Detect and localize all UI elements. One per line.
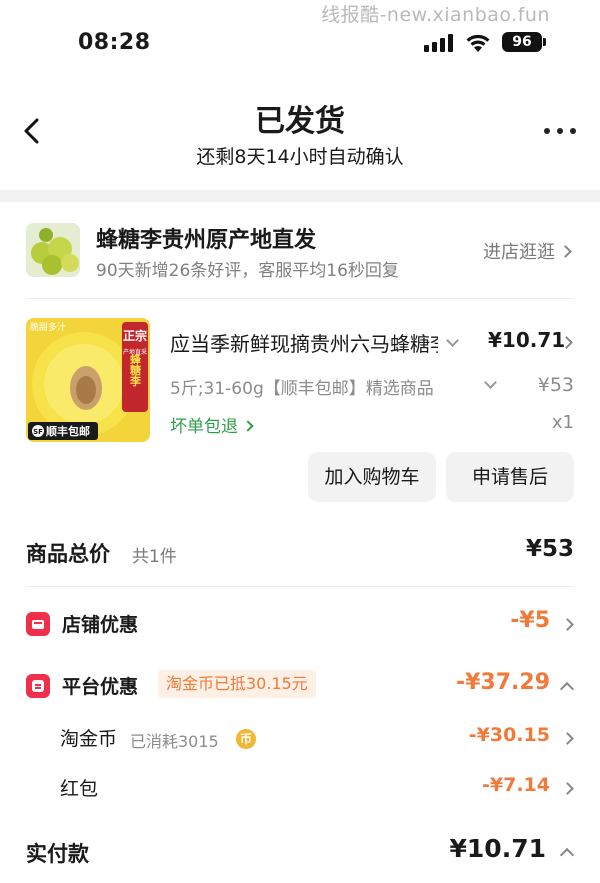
guarantee-link[interactable]: 坏单包退 <box>170 412 254 437</box>
image-sf-mark: SF <box>33 428 43 436</box>
chevron-right-icon <box>242 420 254 432</box>
actual-payment-value: ¥10.71 <box>449 834 546 863</box>
auto-confirm-countdown: 还剩8天14小时自动确认 <box>196 146 404 168</box>
signal-icon <box>424 34 456 52</box>
taojinbi-value: -¥30.15 <box>468 724 550 746</box>
coin-icon: 币 <box>236 729 256 749</box>
platform-discount-icon <box>26 674 50 698</box>
chevron-up-icon[interactable] <box>559 847 575 863</box>
after-sales-button[interactable]: 申请售后 <box>446 452 574 502</box>
nav-bar: 已发货 还剩8天14小时自动确认 <box>0 88 600 178</box>
watermark-text: 线报酷-new.xianbao.fun <box>321 4 550 26</box>
battery-tip <box>543 38 546 46</box>
chevron-right-icon[interactable] <box>561 782 574 795</box>
divider <box>26 586 574 587</box>
taojinbi-note: 已消耗3015 <box>130 732 219 751</box>
add-to-cart-button[interactable]: 加入购物车 <box>308 452 436 502</box>
product-name[interactable]: 应当季新鲜现摘贵州六马蜂糖李 <box>170 328 438 357</box>
chevron-down-icon[interactable] <box>484 376 497 389</box>
product-quantity: x1 <box>551 412 574 433</box>
divider <box>26 298 574 299</box>
page-title: 已发货 <box>255 104 345 139</box>
actual-payment-label: 实付款 <box>26 842 89 866</box>
product-image[interactable]: 正宗 产地直采 蜂糖李 脆甜多汁 SF 顺丰包邮 <box>26 318 150 442</box>
shop-discount-value: -¥5 <box>510 608 550 633</box>
shop-discount-row[interactable]: 店铺优惠 -¥5 <box>26 606 574 646</box>
status-bar: 08:28 96 <box>0 30 600 58</box>
red-packet-label: 红包 <box>60 778 99 800</box>
more-icon[interactable] <box>542 126 578 136</box>
guarantee-label: 坏单包退 <box>170 417 238 437</box>
section-divider <box>0 190 600 202</box>
shop-logo[interactable] <box>26 223 80 277</box>
chevron-right-icon <box>559 245 572 258</box>
chevron-right-icon[interactable] <box>561 732 574 745</box>
wifi-icon <box>466 34 490 52</box>
taojinbi-badge: 淘金币已抵30.15元 <box>158 670 316 698</box>
status-time: 08:28 <box>78 30 151 55</box>
product-original-price: ¥53 <box>537 374 574 396</box>
product-price: ¥10.71 <box>488 328 566 352</box>
taojinbi-row[interactable]: 淘金币 已消耗3015 币 -¥30.15 <box>60 722 574 758</box>
visit-shop-label: 进店逛逛 <box>483 242 555 263</box>
visit-shop-link[interactable]: 进店逛逛 <box>483 238 572 264</box>
image-corner-text: 脆甜多汁 <box>30 321 66 333</box>
goods-total-label: 商品总价 <box>26 542 110 566</box>
red-packet-value: -¥7.14 <box>482 774 550 796</box>
image-badge-text: 蜂糖李 <box>129 352 143 387</box>
product-item[interactable]: 正宗 产地直采 蜂糖李 脆甜多汁 SF 顺丰包邮 应当季新鲜现摘贵州六马蜂糖李 … <box>0 316 600 446</box>
shop-discount-icon <box>26 612 50 636</box>
image-shipping-text: 顺丰包邮 <box>46 424 90 438</box>
actual-payment-row[interactable]: 实付款 ¥10.71 <box>26 834 575 874</box>
red-packet-row[interactable]: 红包 -¥7.14 <box>60 772 574 808</box>
goods-count: 共1件 <box>132 547 177 567</box>
platform-discount-value: -¥37.29 <box>455 670 550 695</box>
platform-discount-label: 平台优惠 <box>62 676 139 698</box>
chevron-down-icon[interactable] <box>446 334 459 347</box>
chevron-up-icon[interactable] <box>559 681 575 697</box>
shop-discount-label: 店铺优惠 <box>62 614 139 636</box>
shop-name: 蜂糖李贵州原产地直发 <box>96 228 317 253</box>
shop-stats: 90天新增26条好评，客服平均16秒回复 <box>96 261 399 281</box>
image-badge-top: 正宗 <box>123 328 147 343</box>
goods-total-value: ¥53 <box>525 536 574 562</box>
platform-discount-row[interactable]: 平台优惠 淘金币已抵30.15元 -¥37.29 <box>26 668 575 708</box>
goods-total-row: 商品总价 共1件 ¥53 <box>26 534 574 574</box>
shop-header[interactable]: 蜂糖李贵州原产地直发 90天新增26条好评，客服平均16秒回复 进店逛逛 <box>0 220 600 284</box>
chevron-right-icon[interactable] <box>561 618 574 631</box>
battery-indicator: 96 <box>502 32 542 52</box>
product-spec[interactable]: 5斤;31-60g【顺丰包邮】精选商品 <box>170 374 470 399</box>
taojinbi-label: 淘金币 <box>60 728 118 750</box>
